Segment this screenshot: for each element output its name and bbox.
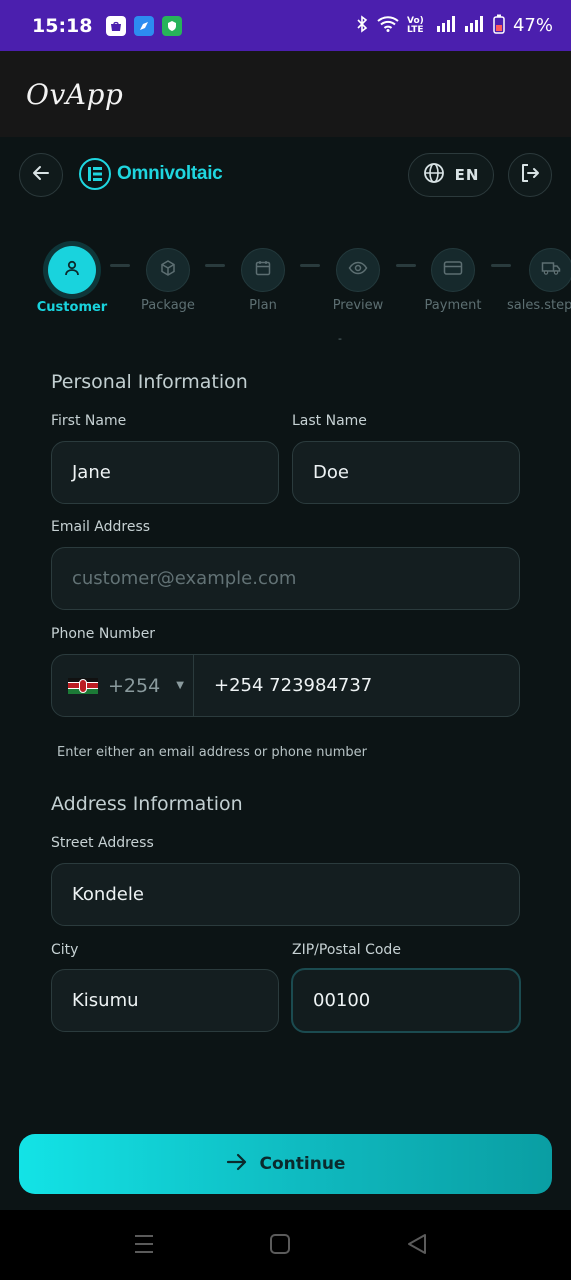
status-bar: 15:18 Vo) LTE 47% bbox=[0, 0, 571, 51]
step-label: Customer bbox=[36, 300, 108, 315]
contact-hint: Enter either an email address or phone n… bbox=[57, 745, 367, 760]
step-label: Plan bbox=[249, 298, 277, 313]
step-preview-circle bbox=[336, 248, 380, 292]
step-label: Payment bbox=[424, 298, 482, 313]
city-value: Kisumu bbox=[72, 990, 139, 1011]
email-label: Email Address bbox=[51, 519, 151, 535]
user-icon bbox=[63, 259, 81, 281]
box-icon bbox=[159, 259, 177, 281]
signal-icon bbox=[436, 15, 457, 36]
first-name-field[interactable]: Jane bbox=[51, 441, 279, 504]
wifi-icon bbox=[377, 15, 399, 36]
phone-number-input[interactable]: +254 723984737 bbox=[194, 675, 372, 696]
step-sales-circle bbox=[529, 248, 571, 292]
home-nav-button[interactable] bbox=[266, 1232, 294, 1260]
status-time: 15:18 bbox=[32, 14, 93, 37]
truck-icon bbox=[541, 260, 561, 280]
header: Omnivoltaic EN bbox=[0, 137, 571, 217]
stepper: Customer Package Plan Preview Payment sa… bbox=[0, 240, 571, 350]
menu-nav-button[interactable] bbox=[130, 1232, 158, 1260]
brand-logo-icon bbox=[79, 158, 111, 190]
step-label: Preview bbox=[332, 298, 384, 313]
first-name-label: First Name bbox=[51, 413, 127, 429]
brand-name: Omnivoltaic bbox=[117, 163, 223, 184]
card-icon bbox=[443, 260, 463, 280]
language-selector[interactable]: EN bbox=[408, 153, 494, 197]
last-name-field[interactable]: Doe bbox=[292, 441, 520, 504]
logout-button[interactable] bbox=[508, 153, 552, 197]
street-label: Street Address bbox=[51, 835, 154, 851]
menu-icon bbox=[132, 1233, 156, 1259]
battery-percent: 47% bbox=[512, 15, 553, 36]
battery-icon bbox=[493, 14, 505, 38]
city-label: City bbox=[51, 942, 79, 958]
continue-button[interactable]: Continue bbox=[19, 1134, 552, 1194]
shield-app-icon bbox=[162, 15, 183, 36]
eye-icon bbox=[348, 259, 368, 281]
phone-field: +254 ▼ +254 723984737 bbox=[51, 654, 520, 717]
language-label: EN bbox=[454, 166, 480, 184]
globe-icon bbox=[423, 162, 445, 188]
step-plan[interactable]: Plan bbox=[215, 240, 311, 313]
zip-field[interactable]: 00100 bbox=[291, 968, 521, 1033]
arrow-right-icon bbox=[226, 1152, 248, 1176]
back-button[interactable] bbox=[19, 153, 63, 197]
email-placeholder: customer@example.com bbox=[72, 568, 297, 589]
network-type-label: Vo) LTE bbox=[406, 15, 424, 35]
step-customer[interactable]: Customer bbox=[24, 240, 120, 315]
kenya-flag-icon bbox=[68, 677, 98, 694]
step-label: sales.step bbox=[507, 298, 571, 313]
step-preview[interactable]: Preview bbox=[310, 240, 406, 313]
personal-info-title: Personal Information bbox=[51, 371, 248, 393]
arrow-left-icon bbox=[32, 164, 50, 186]
chevron-down-icon: ▼ bbox=[176, 680, 184, 691]
back-nav-button[interactable] bbox=[403, 1232, 431, 1260]
zip-value: 00100 bbox=[313, 990, 371, 1011]
zip-label: ZIP/Postal Code bbox=[292, 942, 401, 958]
email-field[interactable]: customer@example.com bbox=[51, 547, 520, 610]
phone-label: Phone Number bbox=[51, 626, 156, 642]
last-name-value: Doe bbox=[313, 462, 349, 483]
home-square-icon bbox=[269, 1233, 291, 1259]
signal-icon-2 bbox=[464, 15, 485, 36]
step-label: Package bbox=[141, 298, 195, 313]
street-field[interactable]: Kondele bbox=[51, 863, 520, 926]
browser-icon bbox=[134, 15, 155, 36]
first-name-value: Jane bbox=[72, 462, 111, 483]
dial-code: +254 bbox=[108, 674, 161, 697]
bluetooth-icon bbox=[355, 14, 369, 37]
step-sales[interactable]: sales.step bbox=[501, 240, 571, 313]
step-payment[interactable]: Payment bbox=[405, 240, 501, 313]
calendar-icon bbox=[254, 259, 272, 281]
app-bar: OvApp bbox=[0, 51, 571, 137]
step-package-circle bbox=[146, 248, 190, 292]
address-info-title: Address Information bbox=[51, 793, 243, 815]
step-package[interactable]: Package bbox=[120, 240, 216, 313]
logout-icon bbox=[520, 163, 540, 187]
back-triangle-icon bbox=[406, 1233, 428, 1259]
system-nav-bar bbox=[0, 1210, 571, 1280]
continue-label: Continue bbox=[259, 1154, 346, 1174]
step-dash: - bbox=[338, 332, 342, 345]
step-payment-circle bbox=[431, 248, 475, 292]
city-field[interactable]: Kisumu bbox=[51, 969, 279, 1032]
step-plan-circle bbox=[241, 248, 285, 292]
brand: Omnivoltaic bbox=[79, 158, 223, 190]
country-code-selector[interactable]: +254 ▼ bbox=[52, 655, 194, 716]
step-customer-circle bbox=[48, 246, 96, 294]
shopping-bag-icon bbox=[106, 15, 127, 36]
last-name-label: Last Name bbox=[292, 413, 367, 429]
app-title: OvApp bbox=[26, 77, 124, 111]
street-value: Kondele bbox=[72, 884, 144, 905]
